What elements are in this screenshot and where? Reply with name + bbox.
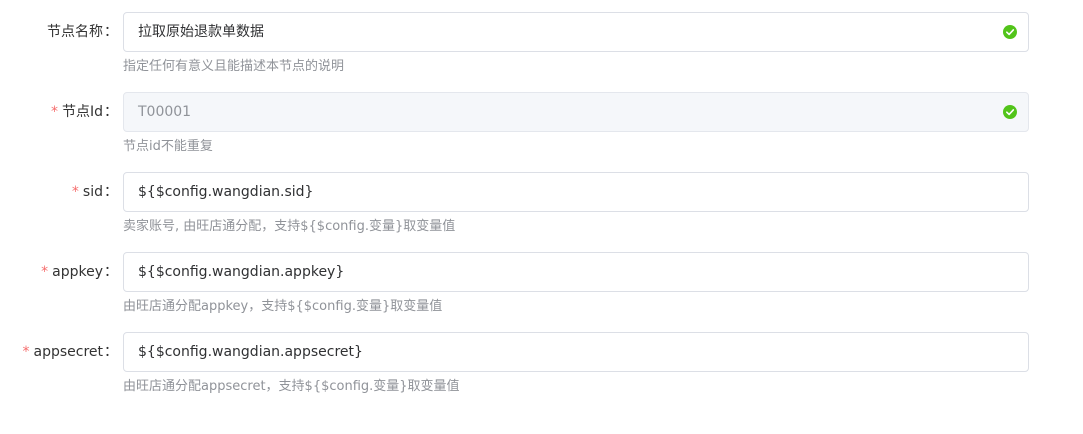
node-name-label-text: 节点名称 [47, 24, 103, 40]
label-colon: ： [104, 264, 118, 280]
label-colon: ： [104, 24, 118, 40]
appsecret-label-text: appsecret [33, 344, 103, 360]
required-asterisk: * [50, 104, 58, 120]
appkey-input[interactable]: ${$config.wangdian.appkey} [123, 252, 1029, 292]
node-name-input[interactable]: 拉取原始退款单数据 [123, 12, 1029, 52]
appkey-label: * appkey： [41, 252, 118, 292]
appsecret-value: ${$config.wangdian.appsecret} [138, 344, 363, 360]
node-id-label: * 节点Id： [51, 92, 118, 132]
node-id-input[interactable]: T00001 [123, 92, 1029, 132]
sid-label: * sid： [72, 172, 118, 212]
form-item-appkey: * appkey： ${$config.wangdian.appkey} 由旺店通… [0, 252, 1083, 332]
sid-input[interactable]: ${$config.wangdian.sid} [123, 172, 1029, 212]
check-circle-icon [1003, 105, 1017, 119]
label-colon: ： [104, 104, 118, 120]
node-id-help: 节点id不能重复 [123, 139, 213, 154]
node-config-form: 节点名称： 拉取原始退款单数据 指定任何有意义且能描述本节点的说明 * 节点Id：… [0, 0, 1083, 434]
check-circle-icon [1003, 25, 1017, 39]
required-asterisk: * [71, 184, 79, 200]
form-item-node-id: * 节点Id： T00001 节点id不能重复 [0, 92, 1083, 172]
appsecret-input[interactable]: ${$config.wangdian.appsecret} [123, 332, 1029, 372]
sid-value: ${$config.wangdian.sid} [138, 184, 314, 200]
required-asterisk: * [41, 264, 49, 280]
node-id-label-text: 节点Id [61, 104, 103, 120]
node-name-label: 节点名称： [47, 12, 118, 52]
appkey-label-text: appkey [52, 264, 103, 280]
node-name-help: 指定任何有意义且能描述本节点的说明 [123, 59, 345, 74]
node-name-value: 拉取原始退款单数据 [138, 24, 264, 40]
required-asterisk: * [22, 344, 30, 360]
appsecret-label: * appsecret： [22, 332, 118, 372]
appkey-help: 由旺店通分配appkey，支持${$config.变量}取变量值 [123, 299, 443, 314]
label-colon: ： [104, 184, 118, 200]
form-item-appsecret: * appsecret： ${$config.wangdian.appsecret… [0, 332, 1083, 412]
label-colon: ： [104, 344, 118, 360]
appsecret-help: 由旺店通分配appsecret，支持${$config.变量}取变量值 [123, 379, 460, 394]
appkey-value: ${$config.wangdian.appkey} [138, 264, 345, 280]
node-id-value: T00001 [138, 104, 192, 120]
form-item-node-name: 节点名称： 拉取原始退款单数据 指定任何有意义且能描述本节点的说明 [0, 12, 1083, 92]
sid-label-text: sid [82, 184, 103, 200]
sid-help: 卖家账号, 由旺店通分配，支持${$config.变量}取变量值 [123, 219, 456, 234]
form-item-sid: * sid： ${$config.wangdian.sid} 卖家账号, 由旺店通… [0, 172, 1083, 252]
